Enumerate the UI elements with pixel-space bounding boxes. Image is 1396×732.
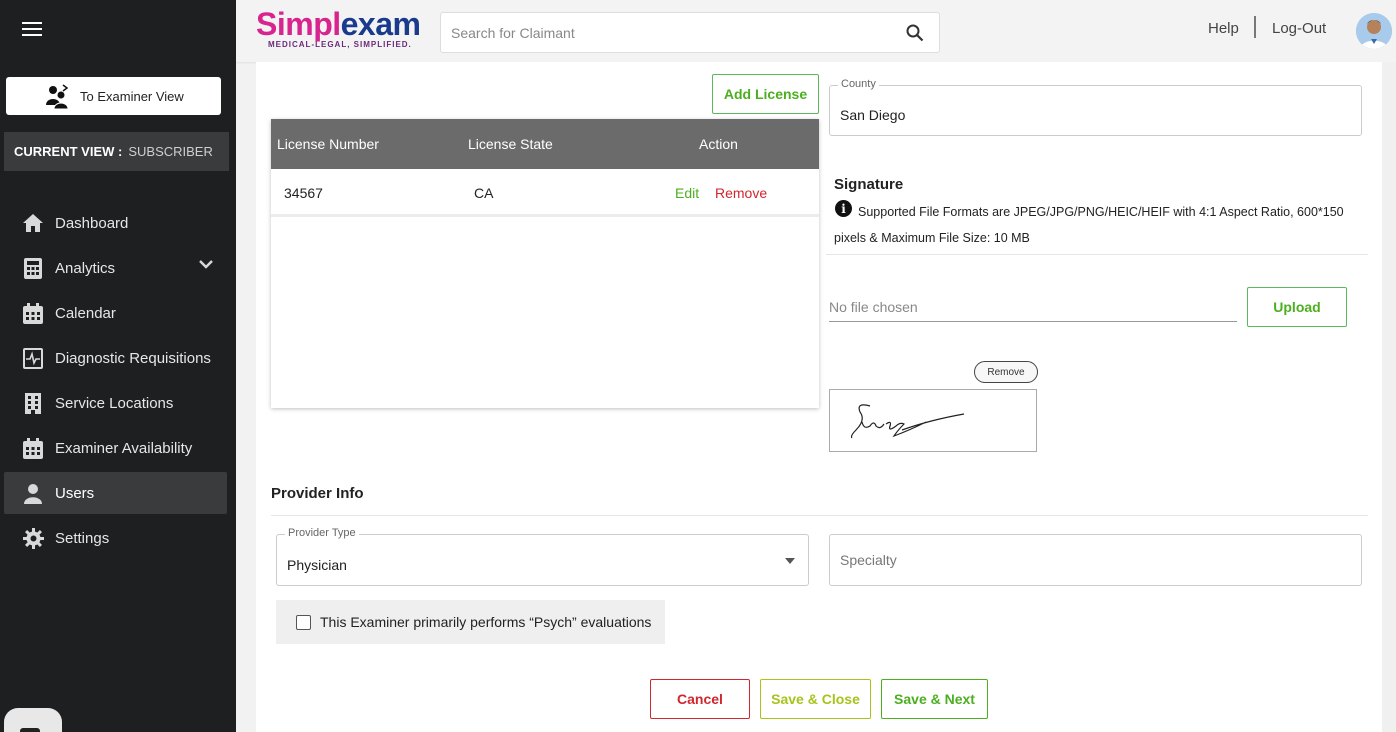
help-link[interactable]: Help <box>1208 20 1239 37</box>
chat-icon <box>20 728 40 732</box>
chevron-down-icon[interactable] <box>199 259 213 269</box>
table-row: 34567 CA Edit Remove <box>271 169 819 217</box>
dropdown-caret-icon <box>785 558 795 564</box>
psych-checkbox[interactable] <box>296 614 311 630</box>
signature-title: Signature <box>834 176 904 193</box>
logo-part1: Simpl <box>256 6 341 42</box>
logout-link[interactable]: Log-Out <box>1272 20 1326 37</box>
logo-tagline: MEDICAL-LEGAL, SIMPLIFIED. <box>268 40 412 49</box>
license-table: License Number License State Action 3456… <box>271 119 819 408</box>
psych-checkbox-label: This Examiner primarily performs “Psych”… <box>320 614 652 630</box>
divider <box>826 254 1368 255</box>
provider-type-value: Physician <box>287 557 347 573</box>
sidebar-item-calendar[interactable]: Calendar <box>4 292 227 334</box>
provider-type-label: Provider Type <box>285 527 359 539</box>
info-icon: i <box>835 200 852 217</box>
county-value: San Diego <box>840 107 906 123</box>
column-header-license-state: License State <box>468 136 553 152</box>
gear-icon <box>22 527 44 549</box>
divider <box>271 515 1368 516</box>
logo-part2: exam <box>340 6 421 42</box>
sidebar-item-label: Users <box>55 484 95 502</box>
edit-license-link[interactable]: Edit <box>675 185 699 201</box>
sidebar-item-users[interactable]: Users <box>4 472 227 514</box>
save-close-button[interactable]: Save & Close <box>760 679 871 719</box>
sidebar-item-label: Service Locations <box>55 394 174 412</box>
home-icon <box>22 212 44 234</box>
page-scrollbar[interactable] <box>1382 62 1396 732</box>
license-number-cell: 34567 <box>284 185 323 201</box>
sidebar-item-diagnostic-requisitions[interactable]: Diagnostic Requisitions <box>4 337 227 379</box>
signature-image <box>850 404 965 439</box>
license-state-cell: CA <box>474 185 494 201</box>
calendar-check-icon <box>22 437 44 459</box>
current-view-indicator: CURRENT VIEW : SUBSCRIBER <box>4 132 229 171</box>
provider-type-select[interactable]: Provider Type Physician <box>276 527 809 586</box>
specialty-input[interactable] <box>830 535 1361 585</box>
current-view-value: SUBSCRIBER <box>128 144 213 159</box>
requisition-icon <box>22 347 44 369</box>
sidebar-item-analytics[interactable]: Analytics <box>4 247 227 289</box>
sidebar: To Examiner View CURRENT VIEW : SUBSCRIB… <box>0 0 236 732</box>
building-icon <box>22 392 44 414</box>
current-view-label: CURRENT VIEW : <box>14 144 123 159</box>
sidebar-item-label: Analytics <box>55 259 116 277</box>
save-next-button[interactable]: Save & Next <box>881 679 988 719</box>
sidebar-item-label: Examiner Availability <box>55 439 193 457</box>
specialty-field <box>829 534 1362 586</box>
hamburger-menu-icon[interactable] <box>22 22 42 38</box>
sidebar-item-dashboard[interactable]: Dashboard <box>4 202 227 244</box>
to-examiner-view-button[interactable]: To Examiner View <box>6 77 221 115</box>
claimant-search <box>440 12 940 53</box>
column-header-action: Action <box>699 136 738 152</box>
chat-widget-button[interactable] <box>4 708 62 732</box>
user-icon <box>22 482 44 504</box>
sidebar-item-label: Diagnostic Requisitions <box>55 349 211 367</box>
provider-info-title: Provider Info <box>271 485 364 502</box>
switch-user-icon <box>46 84 69 109</box>
add-license-button[interactable]: Add License <box>712 74 819 114</box>
to-examiner-view-label: To Examiner View <box>80 88 184 104</box>
upload-button[interactable]: Upload <box>1247 287 1347 327</box>
calendar-icon <box>22 302 44 324</box>
sidebar-item-label: Calendar <box>55 304 116 322</box>
avatar[interactable] <box>1356 13 1392 49</box>
search-icon[interactable] <box>906 24 924 42</box>
sidebar-item-label: Dashboard <box>55 214 129 232</box>
sidebar-item-examiner-availability[interactable]: Examiner Availability <box>4 427 227 469</box>
psych-evaluation-option: This Examiner primarily performs “Psych”… <box>276 600 665 644</box>
county-label: County <box>838 78 879 90</box>
license-table-header: License Number License State Action <box>271 119 819 169</box>
top-header: Simplexam MEDICAL-LEGAL, SIMPLIFIED. Hel… <box>236 0 1396 62</box>
calculator-icon <box>22 257 44 279</box>
signature-format-info: Supported File Formats are JPEG/JPG/PNG/… <box>834 205 1344 245</box>
county-field[interactable]: County San Diego <box>829 78 1362 136</box>
search-input[interactable] <box>441 13 881 52</box>
header-divider <box>1254 16 1256 38</box>
remove-license-link[interactable]: Remove <box>715 185 767 201</box>
signature-preview <box>829 389 1037 452</box>
column-header-license-number: License Number <box>277 136 379 152</box>
cancel-button[interactable]: Cancel <box>650 679 750 719</box>
sidebar-item-settings[interactable]: Settings <box>4 517 227 559</box>
remove-signature-button[interactable]: Remove <box>974 361 1038 383</box>
sidebar-item-label: Settings <box>55 529 110 547</box>
signature-file-input[interactable]: No file chosen <box>829 296 1237 322</box>
simplexam-logo[interactable]: Simplexam MEDICAL-LEGAL, SIMPLIFIED. <box>256 6 426 53</box>
sidebar-item-service-locations[interactable]: Service Locations <box>4 382 227 424</box>
